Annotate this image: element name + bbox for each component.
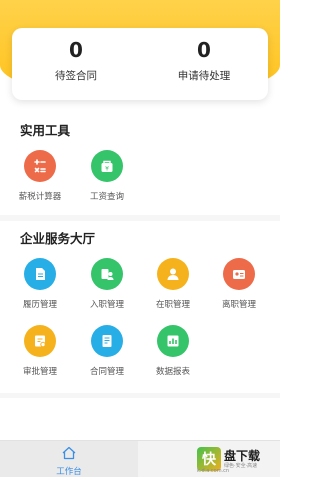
contract-management-button[interactable]: 合同管理: [77, 325, 137, 377]
resume-management-button[interactable]: 履历管理: [10, 258, 70, 310]
report-chart-icon: [157, 325, 189, 357]
approval-management-label: 审批管理: [22, 367, 57, 377]
onboarding-management-label: 入职管理: [89, 300, 124, 310]
resignation-management-button[interactable]: 离职管理: [209, 258, 269, 310]
tax-calculator-label: 薪税计算器: [18, 192, 62, 202]
stats-card: 0 待签合同 0 申请待处理: [12, 28, 268, 100]
employee-management-button[interactable]: 在职管理: [143, 258, 203, 310]
pending-applications-count: 0: [197, 38, 211, 62]
watermark-sub-text: 绿色·安全·高速: [224, 462, 258, 469]
approval-icon: [24, 325, 56, 357]
salary-query-button[interactable]: ¥ 工资查询: [77, 150, 137, 202]
pending-contracts-stat[interactable]: 0 待签合同: [12, 28, 140, 100]
data-report-label: 数据报表: [155, 367, 190, 377]
pending-contracts-count: 0: [69, 38, 83, 62]
contract-icon: [91, 325, 123, 357]
pending-applications-label: 申请待处理: [177, 70, 231, 82]
calculator-icon: [24, 150, 56, 182]
bottom-divider: [0, 393, 280, 398]
resume-management-label: 履历管理: [22, 300, 57, 310]
watermark-domain: k.d.a.com.cn: [197, 468, 230, 474]
data-report-button[interactable]: 数据报表: [143, 325, 203, 377]
employee-icon: [157, 258, 189, 290]
approval-management-button[interactable]: 审批管理: [10, 325, 70, 377]
onboarding-icon: [91, 258, 123, 290]
home-icon: [62, 446, 76, 460]
resignation-icon: [223, 258, 255, 290]
services-section-title: 企业服务大厅: [20, 231, 96, 246]
site-watermark: 快 盘下载 绿色·安全·高速 k.d.a.com.cn: [197, 443, 279, 475]
tax-calculator-button[interactable]: 薪税计算器: [10, 150, 70, 202]
resume-icon: [24, 258, 56, 290]
section-divider: [0, 215, 280, 221]
pending-applications-stat[interactable]: 0 申请待处理: [140, 28, 268, 100]
tab-workbench-label: 工作台: [56, 467, 82, 477]
salary-query-label: 工资查询: [89, 192, 124, 202]
svg-text:¥: ¥: [105, 165, 109, 172]
pending-contracts-label: 待签合同: [55, 70, 97, 82]
resignation-management-label: 离职管理: [221, 300, 256, 310]
tools-section-title: 实用工具: [20, 123, 71, 138]
salary-wallet-icon: ¥: [91, 150, 123, 182]
onboarding-management-button[interactable]: 入职管理: [77, 258, 137, 310]
contract-management-label: 合同管理: [89, 367, 124, 377]
employee-management-label: 在职管理: [155, 300, 190, 310]
watermark-main-text: 盘下载: [224, 448, 261, 463]
tab-workbench[interactable]: 工作台: [0, 441, 138, 477]
